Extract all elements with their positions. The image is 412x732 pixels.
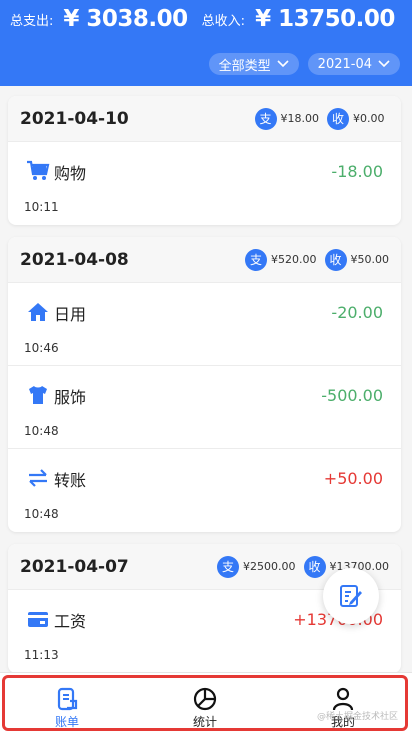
item-amount: +50.00 xyxy=(323,469,383,488)
day-header: 2021-04-08 支 ¥520.00 收 ¥50.00 xyxy=(8,237,401,283)
income-label: 总收入: xyxy=(201,13,246,29)
user-icon xyxy=(332,687,354,711)
day-income-summary: 收 ¥50.00 xyxy=(324,248,390,271)
day-expense-summary: 支 ¥2500.00 xyxy=(217,555,296,578)
item-category: 服饰 xyxy=(54,388,87,407)
home-icon xyxy=(28,303,48,321)
wallet-icon xyxy=(28,612,48,627)
item-category: 日用 xyxy=(54,305,87,324)
day-expense-value: ¥520.00 xyxy=(271,253,317,266)
day-card: 2021-04-10 支 ¥18.00 收 ¥0.00 购物 -18.00 10… xyxy=(8,96,401,225)
bill-item[interactable]: 转账 +50.00 10:48 xyxy=(8,449,401,532)
day-date: 2021-04-10 xyxy=(20,108,129,129)
item-amount: -20.00 xyxy=(331,303,383,322)
tab-statistics[interactable]: 统计 xyxy=(175,687,235,730)
item-time: 10:46 xyxy=(24,341,59,355)
summary-header: 总支出: ¥ 3038.00 总收入: ¥ 13750.00 全部类型 2021… xyxy=(0,0,412,86)
day-header: 2021-04-10 支 ¥18.00 收 ¥0.00 xyxy=(8,96,401,142)
item-time: 10:11 xyxy=(24,200,59,214)
chevron-down-icon xyxy=(277,60,289,68)
type-filter-label: 全部类型 xyxy=(218,58,271,74)
item-amount: -500.00 xyxy=(321,386,383,405)
tab-label: 账单 xyxy=(54,715,79,729)
month-filter-dropdown[interactable]: 2021-04 xyxy=(307,53,400,75)
income-total: ¥ 13750.00 xyxy=(255,6,395,32)
pie-chart-icon xyxy=(193,687,217,711)
day-card: 2021-04-08 支 ¥520.00 收 ¥50.00 日用 -20.00 … xyxy=(8,237,401,532)
bill-item[interactable]: 服饰 -500.00 10:48 xyxy=(8,366,401,449)
item-category: 工资 xyxy=(54,612,87,631)
expense-badge: 支 xyxy=(245,248,267,271)
edit-icon xyxy=(340,585,362,607)
item-category: 购物 xyxy=(54,164,87,183)
item-time: 10:48 xyxy=(24,424,59,438)
cart-icon xyxy=(27,160,50,180)
add-bill-button[interactable] xyxy=(323,568,379,624)
day-expense-summary: 支 ¥520.00 xyxy=(245,248,317,271)
day-date: 2021-04-08 xyxy=(20,249,129,270)
day-income-value: ¥50.00 xyxy=(350,253,390,266)
expense-badge: 支 xyxy=(217,555,239,578)
item-time: 10:48 xyxy=(24,507,59,521)
tab-bills[interactable]: 账单 xyxy=(37,687,97,730)
expense-total: ¥ 3038.00 xyxy=(63,6,188,32)
filters: 全部类型 2021-04 xyxy=(208,53,400,75)
income-badge: 收 xyxy=(324,248,347,271)
item-amount: -18.00 xyxy=(331,162,383,181)
day-income-summary: 收 ¥0.00 xyxy=(327,107,389,130)
bill-icon xyxy=(57,687,78,711)
income-badge: 收 xyxy=(303,555,326,578)
transfer-icon xyxy=(29,469,47,487)
watermark: @稀土掘金技术社区 xyxy=(316,712,398,722)
day-expense-summary: 支 ¥18.00 xyxy=(254,107,320,130)
item-time: 11:13 xyxy=(24,648,59,662)
day-expense-value: ¥18.00 xyxy=(280,112,320,125)
day-date: 2021-04-07 xyxy=(20,556,129,577)
day-expense-value: ¥2500.00 xyxy=(243,560,296,573)
item-category: 转账 xyxy=(54,471,87,490)
tab-label: 统计 xyxy=(192,715,217,729)
chevron-down-icon xyxy=(378,60,390,68)
totals-row: 总支出: ¥ 3038.00 总收入: ¥ 13750.00 xyxy=(10,6,409,32)
month-filter-label: 2021-04 xyxy=(317,56,372,72)
expense-badge: 支 xyxy=(254,107,277,130)
day-income-value: ¥0.00 xyxy=(353,112,385,125)
expense-label: 总支出: xyxy=(10,13,54,29)
shirt-icon xyxy=(29,386,47,404)
tab-bar: 账单 统计 我的 @稀土掘金技术社区 xyxy=(0,672,412,732)
bill-item[interactable]: 购物 -18.00 10:11 xyxy=(8,142,401,225)
income-badge: 收 xyxy=(327,107,349,130)
bill-item[interactable]: 日用 -20.00 10:46 xyxy=(8,283,401,366)
type-filter-dropdown[interactable]: 全部类型 xyxy=(208,53,299,75)
